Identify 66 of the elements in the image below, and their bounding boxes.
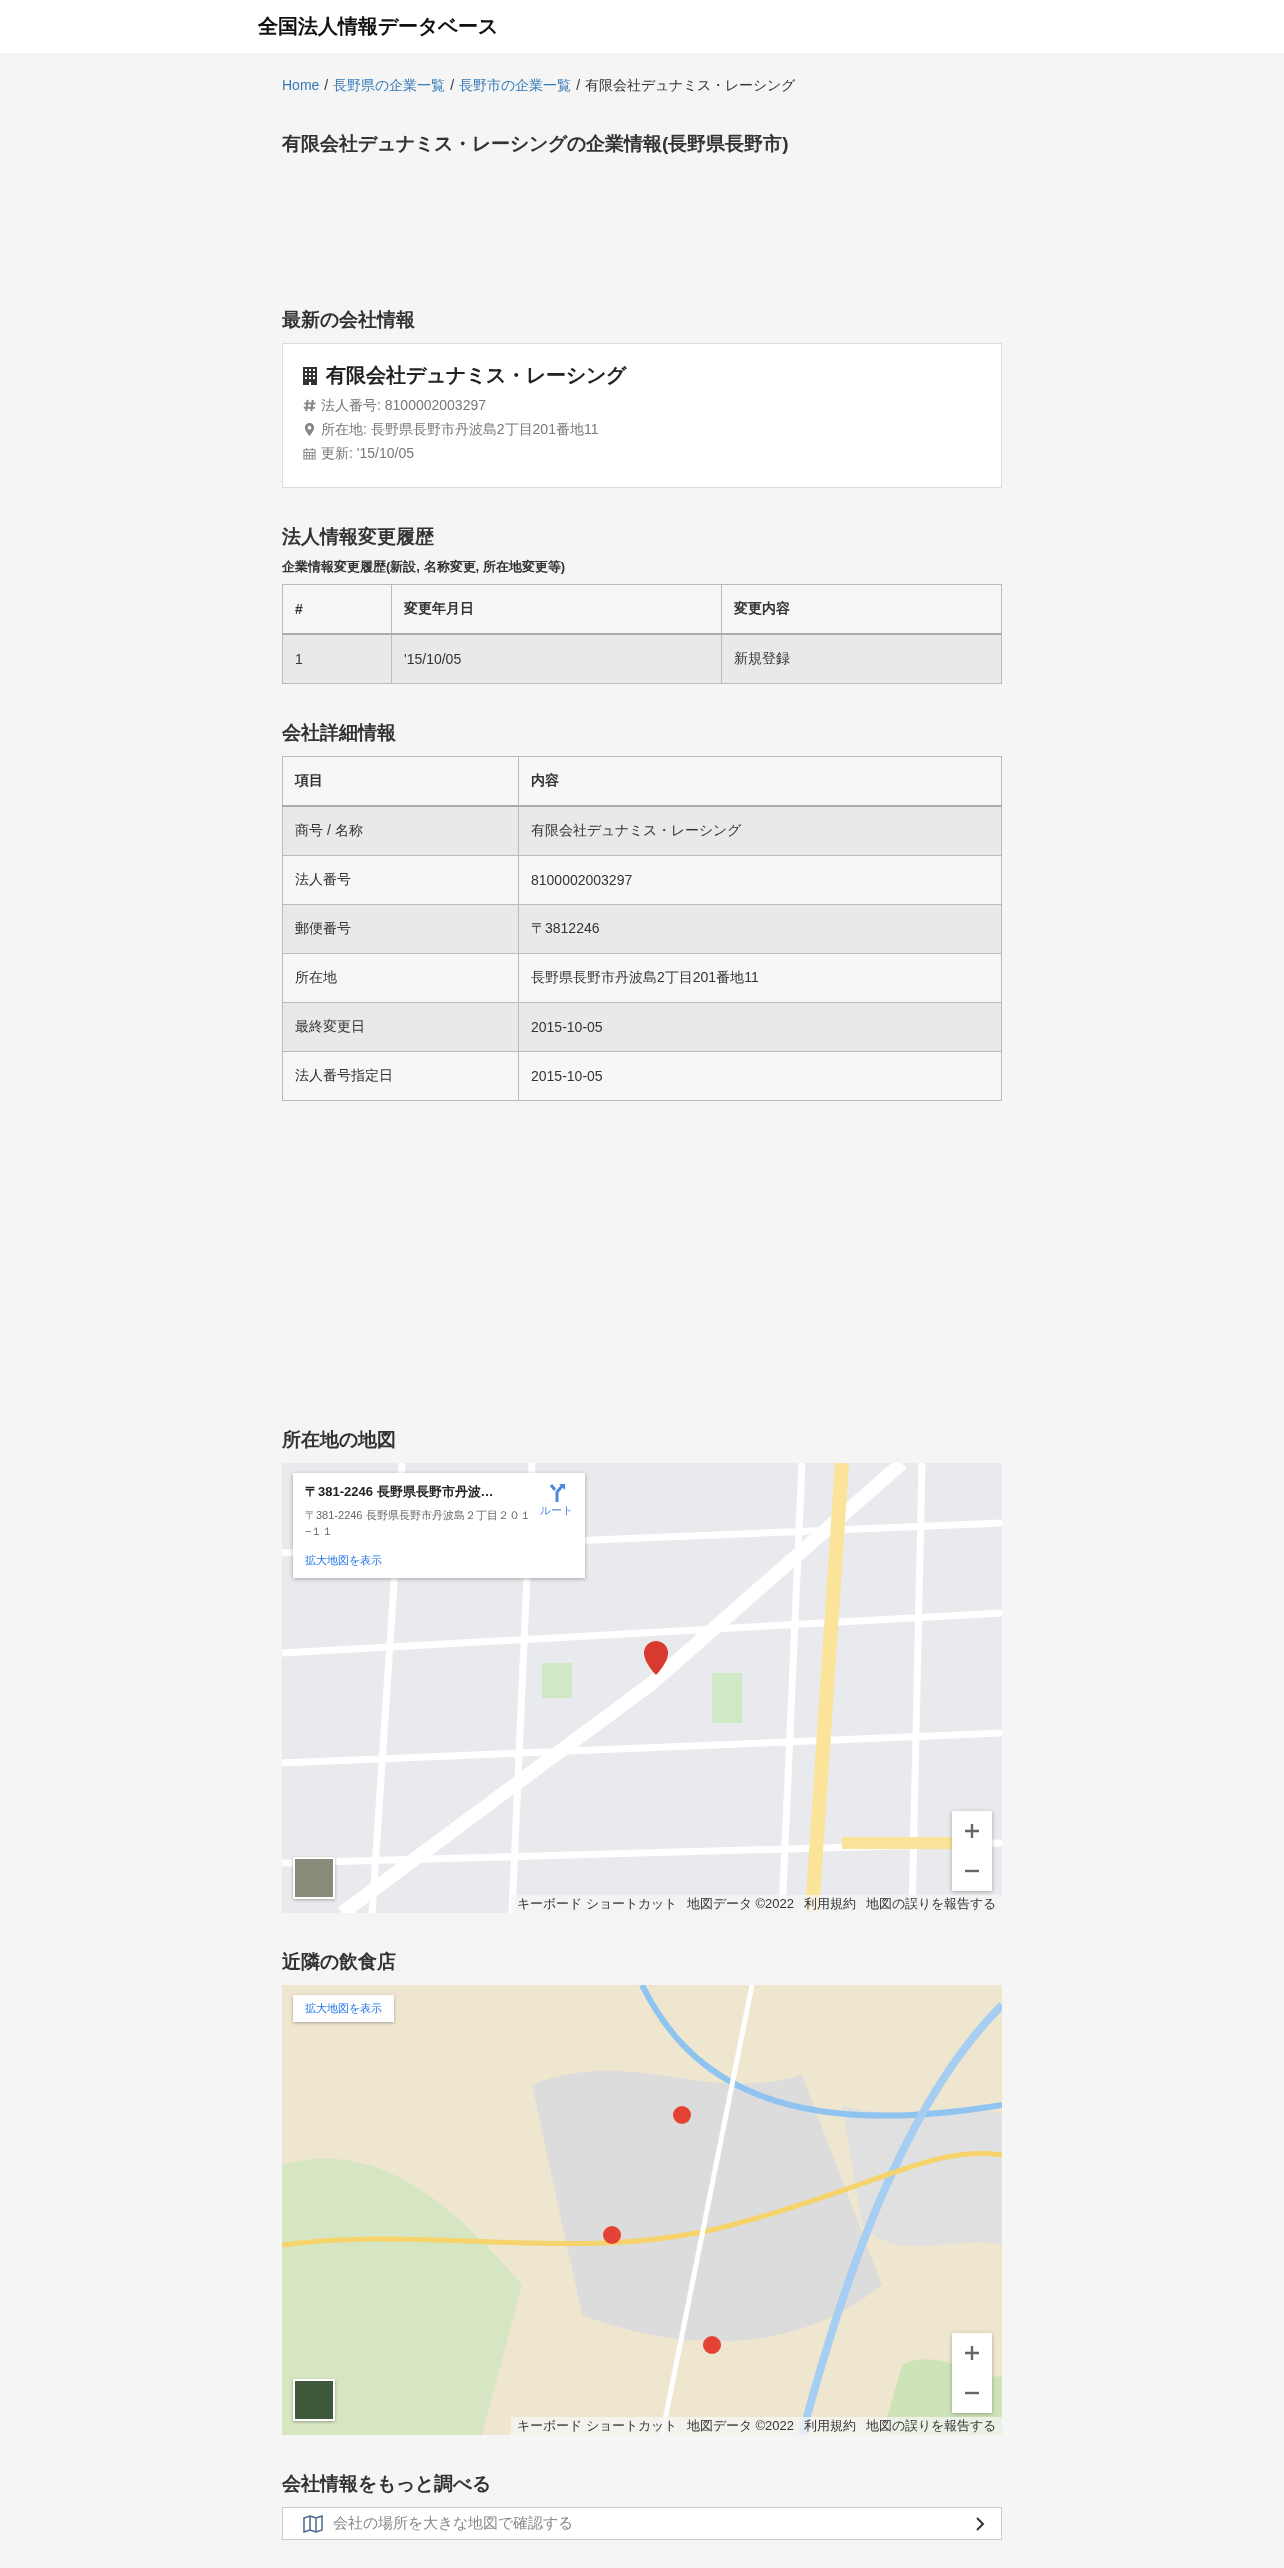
- satellite-view-button[interactable]: [293, 1857, 335, 1899]
- map-footer-link[interactable]: キーボード ショートカット: [517, 1896, 677, 1912]
- column-header: #: [282, 584, 392, 634]
- hash-icon: [303, 398, 316, 412]
- breadcrumb-current: 有限会社デュナミス・レーシング: [585, 76, 796, 95]
- enlarge-map-link[interactable]: 拡大地図を表示: [305, 1553, 573, 1568]
- table-cell: '15/10/05: [391, 634, 722, 684]
- place-title: 〒381-2246 長野県長野市丹波…: [305, 1483, 495, 1501]
- table-cell: 有限会社デュナミス・レーシング: [518, 806, 1002, 856]
- column-header: 内容: [518, 756, 1002, 806]
- route-button[interactable]: ルート: [540, 1483, 573, 1539]
- map-footer-link[interactable]: 地図データ ©2022: [686, 1896, 794, 1912]
- table-cell: 2015-10-05: [518, 1002, 1002, 1052]
- calendar-icon: [303, 446, 316, 460]
- enlarge-map-button[interactable]: 拡大地図を表示: [293, 1995, 394, 2022]
- map-footer-link[interactable]: 地図の誤りを報告する: [866, 1896, 996, 1912]
- section-heading: 最新の会社情報: [282, 308, 416, 332]
- column-header: 項目: [282, 756, 519, 806]
- page-title: 有限会社デュナミス・レーシングの企業情報(長野県長野市): [282, 132, 790, 156]
- breadcrumb-separator: /: [324, 76, 329, 95]
- table-cell: 8100002003297: [518, 855, 1002, 905]
- place-address: 〒381-2246 長野県長野市丹波島２丁目２０１−１１: [305, 1508, 532, 1539]
- table-cell: 郵便番号: [282, 904, 519, 954]
- map-footer-link[interactable]: 利用規約: [804, 2418, 856, 2434]
- table-caption: 企業情報変更履歴(新設, 名称変更, 所在地変更等): [282, 558, 567, 576]
- zoom-in-button[interactable]: [952, 2333, 992, 2373]
- updated-date: 更新: '15/10/05: [321, 444, 414, 463]
- table-cell: 2015-10-05: [518, 1051, 1002, 1101]
- column-header: 変更年月日: [391, 584, 722, 634]
- map-footer-link[interactable]: 地図の誤りを報告する: [866, 2418, 996, 2434]
- building-icon: [303, 366, 317, 385]
- map-link-item[interactable]: 会社の場所を大きな地図で確認する: [282, 2507, 1002, 2540]
- plus-icon: [964, 2345, 980, 2361]
- table-cell: 法人番号指定日: [282, 1051, 519, 1101]
- section-heading: 会社情報をもっと調べる: [282, 2472, 492, 2496]
- section-heading: 近隣の飲食店: [282, 1950, 397, 1974]
- table-cell: 1: [282, 634, 392, 684]
- table-cell: 商号 / 名称: [282, 806, 519, 856]
- company-name: 有限会社デュナミス・レーシング: [326, 363, 626, 388]
- map-marker-icon: [303, 422, 316, 436]
- table-cell: 最終変更日: [282, 1002, 519, 1052]
- section-heading: 会社詳細情報: [282, 721, 397, 745]
- satellite-view-button[interactable]: [293, 2379, 335, 2421]
- map-footer-link[interactable]: キーボード ショートカット: [517, 2418, 677, 2434]
- table-cell: 長野県長野市丹波島2丁目201番地11: [518, 953, 1002, 1003]
- table-cell: 新規登録: [721, 634, 1002, 684]
- table-cell: 所在地: [282, 953, 519, 1003]
- chevron-right-icon: [975, 2515, 985, 2532]
- site-title[interactable]: 全国法人情報データベース: [258, 13, 498, 40]
- breadcrumb-link[interactable]: 長野県の企業一覧: [333, 75, 446, 95]
- table-cell: 法人番号: [282, 855, 519, 905]
- breadcrumb-link[interactable]: Home: [282, 75, 320, 95]
- company-address: 所在地: 長野県長野市丹波島2丁目201番地11: [321, 420, 599, 439]
- breadcrumb-separator: /: [576, 76, 581, 95]
- column-header: 変更内容: [721, 584, 1002, 634]
- section-heading: 所在地の地図: [282, 1428, 397, 1452]
- map-footer-link[interactable]: 利用規約: [804, 1896, 856, 1912]
- zoom-in-button[interactable]: [952, 1811, 992, 1851]
- section-heading: 法人情報変更履歴: [282, 525, 435, 549]
- map-icon: [303, 2514, 323, 2533]
- table-cell: 〒3812246: [518, 904, 1002, 954]
- plus-icon: [964, 1823, 980, 1839]
- map-footer-link[interactable]: 地図データ ©2022: [686, 2418, 794, 2434]
- breadcrumb-separator: /: [450, 76, 455, 95]
- breadcrumb-link[interactable]: 長野市の企業一覧: [459, 75, 572, 95]
- corporate-number: 法人番号: 8100002003297: [321, 396, 486, 415]
